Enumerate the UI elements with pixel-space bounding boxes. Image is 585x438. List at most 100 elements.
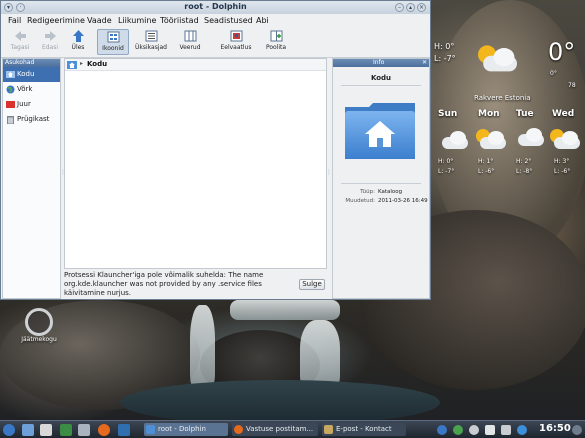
weather-day-low: L: -6° (478, 168, 495, 175)
columns-label: Veerud (179, 44, 201, 51)
weather-widget[interactable]: H: 0° L: -7° 0° 0° 78 Rakvere Estonia Su… (434, 38, 584, 186)
task-dolphin[interactable]: root - Dolphin (144, 423, 228, 436)
close-icon[interactable]: × (417, 3, 426, 12)
up-arrow-icon (72, 30, 84, 42)
trash-icon (25, 308, 53, 336)
weather-day-name: Wed (552, 109, 575, 119)
split-view-icon (270, 30, 282, 42)
places-item-root[interactable]: Juur (3, 97, 60, 112)
columns-view-icon (184, 30, 196, 42)
places-item-network[interactable]: Võrk (3, 82, 60, 97)
close-error-button[interactable]: Sulge (299, 279, 325, 290)
network-globe-icon (6, 85, 15, 94)
weather-cloud-icon (476, 129, 510, 151)
back-arrow-icon (14, 31, 26, 41)
weather-day-low: L: -8° (516, 168, 533, 175)
preview-button[interactable]: Eelvaatlus (216, 29, 256, 55)
breadcrumb[interactable]: ▸ Kodu (65, 59, 326, 71)
meta-type-label: Tüüp: (360, 189, 375, 195)
view-columns-button[interactable]: Veerud (174, 29, 206, 55)
wallpaper-waterfall (230, 300, 340, 320)
split-label: Poolita (265, 44, 287, 51)
places-item-trash[interactable]: Prügikast (3, 112, 60, 127)
launcher-icon[interactable] (78, 424, 90, 436)
up-button[interactable]: Üles (65, 29, 91, 55)
clock[interactable]: 16:50 (539, 423, 571, 434)
tray-icon[interactable] (469, 425, 479, 435)
back-label: Tagasi (10, 44, 30, 51)
places-item-home[interactable]: Kodu (3, 67, 60, 82)
menu-tools[interactable]: Tööriistad (160, 16, 199, 25)
firefox-icon (234, 425, 243, 434)
desktop-trash-icon[interactable]: Jäätmekogu (20, 308, 58, 358)
tray-icon[interactable] (572, 425, 582, 435)
places-item-label: Võrk (17, 85, 33, 93)
error-message-bar: Protsessi Klauncher'iga pole võimalik su… (64, 270, 327, 299)
places-item-label: Kodu (17, 70, 35, 78)
tray-icon[interactable] (437, 425, 447, 435)
taskbar: root - Dolphin Vastuse postitam... E-pos… (0, 420, 585, 438)
launcher-icon[interactable] (40, 424, 52, 436)
tray-icon[interactable] (517, 425, 527, 435)
meta-type-value: Kataloog (378, 189, 403, 195)
menu-edit[interactable]: Redigeerimine (27, 16, 85, 25)
home-folder-icon (6, 71, 15, 78)
task-label: root - Dolphin (158, 425, 206, 433)
weather-cloud-icon (478, 45, 522, 74)
weather-side-temp: 0° (550, 70, 557, 77)
view-details-button[interactable]: Üksikasjad (132, 29, 170, 55)
minimize-icon[interactable]: – (395, 3, 404, 12)
panel-close-icon[interactable]: ✕ (422, 59, 427, 67)
trash-icon (7, 116, 14, 124)
menu-view[interactable]: Vaade (87, 16, 112, 25)
dolphin-icon (146, 425, 155, 434)
weather-cloud-icon (438, 131, 472, 151)
root-folder-icon (6, 101, 15, 108)
tray-icon[interactable] (501, 425, 511, 435)
menu-settings[interactable]: Seadistused (204, 16, 253, 25)
view-icons-button[interactable]: Ikoonid (97, 29, 129, 55)
menu-go[interactable]: Liikumine (118, 16, 156, 25)
weather-cloud-icon (550, 129, 584, 151)
launcher-icon[interactable] (60, 424, 72, 436)
task-kontact[interactable]: E-post - Kontact (322, 423, 406, 436)
divider (341, 183, 421, 184)
info-panel-title: Info (373, 59, 385, 66)
weather-humidity: 78 (568, 82, 576, 89)
icons-view-icon (107, 31, 119, 43)
wallpaper-pool (120, 380, 440, 420)
places-panel: Asukohad Kodu Võrk Juur Prügikast (2, 58, 61, 299)
tray-icon[interactable] (453, 425, 463, 435)
left-splitter-handle[interactable]: ⋮ (60, 169, 66, 181)
details-view-icon (145, 30, 157, 42)
maximize-icon[interactable]: ▴ (406, 3, 415, 12)
places-item-label: Prügikast (17, 115, 50, 123)
info-panel: Info ✕ Kodu Tüüp: Kataloog Muudetud: 201… (332, 58, 430, 299)
weather-day-low: L: -7° (438, 168, 455, 175)
task-firefox[interactable]: Vastuse postitam... (232, 423, 318, 436)
kde-menu-icon[interactable] (3, 424, 15, 436)
back-button[interactable]: Tagasi (5, 29, 35, 55)
home-folder-icon (345, 103, 415, 159)
menu-help[interactable]: Abi (256, 16, 269, 25)
tray-icon[interactable] (485, 425, 495, 435)
menu-file[interactable]: Fail (8, 16, 21, 25)
toolbar: Tagasi Edasi Üles Ikoonid Üksikasjad Vee… (1, 27, 430, 58)
window-titlebar[interactable]: ▾ · root - Dolphin – ▴ × (1, 1, 430, 14)
weather-day-high: H: 3° (554, 158, 570, 165)
weather-big-temp: 0° (548, 38, 576, 66)
weather-day-high: H: 1° (478, 158, 494, 165)
kontact-icon (324, 425, 333, 434)
preview-label: Eelvaatlus (220, 44, 252, 51)
file-view[interactable]: ▸ Kodu (64, 58, 327, 269)
firefox-icon[interactable] (98, 424, 110, 436)
weather-day-name: Tue (516, 109, 534, 119)
weather-day-high: H: 0° (438, 158, 454, 165)
weather-cloud-icon (514, 128, 548, 148)
split-button[interactable]: Poolita (261, 29, 291, 55)
launcher-icon[interactable] (118, 424, 130, 436)
meta-modified-label: Muudetud: (345, 198, 375, 204)
launcher-icon[interactable] (22, 424, 34, 436)
breadcrumb-location[interactable]: Kodu (87, 60, 107, 68)
forward-button[interactable]: Edasi (37, 29, 63, 55)
